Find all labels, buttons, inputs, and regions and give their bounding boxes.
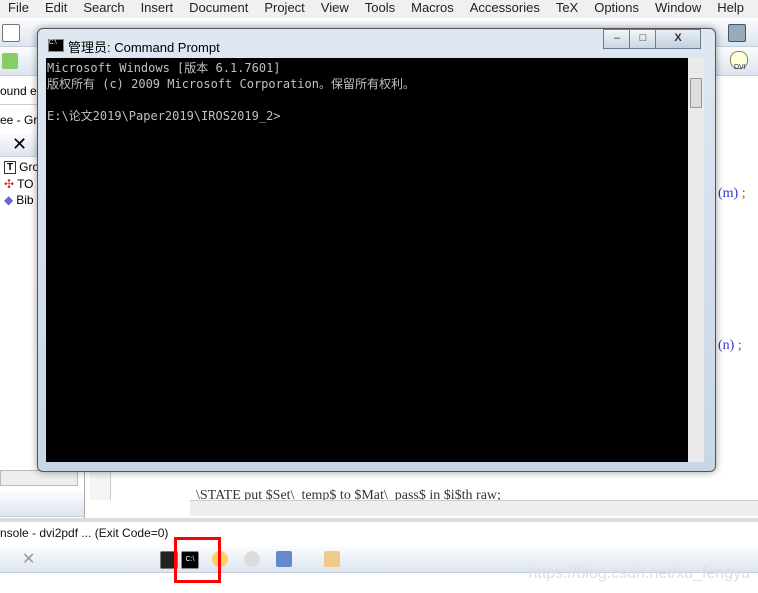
tree-item[interactable]: ◆ Bib: [4, 193, 34, 207]
toc-icon: ✣: [4, 177, 15, 191]
menu-help[interactable]: Help: [709, 0, 752, 18]
panel-scrollbar[interactable]: [0, 470, 78, 486]
circle-icon[interactable]: [244, 551, 260, 567]
panel-bottom-toolbar: [0, 492, 84, 517]
table-icon[interactable]: [728, 24, 746, 42]
new-file-icon[interactable]: [2, 24, 20, 42]
menu-bar: File Edit Search Insert Document Project…: [0, 0, 758, 18]
close-button[interactable]: X: [655, 29, 701, 49]
cmd-icon: C:\: [48, 39, 64, 52]
menu-options[interactable]: Options: [586, 0, 647, 18]
close-icon[interactable]: ✕: [12, 134, 27, 155]
dvi-label: DVI: [734, 64, 746, 71]
tex-file-icon: T: [4, 160, 17, 174]
console-tab-label: nsole - dvi2pdf ... (Exit Code=0): [0, 526, 169, 540]
console-output[interactable]: Microsoft Windows [版本 6.1.7601] 版权所有 (c) …: [46, 58, 688, 462]
folder-icon[interactable]: [324, 551, 340, 567]
window-title: 管理员: Command Prompt: [68, 40, 220, 55]
menu-tools[interactable]: Tools: [357, 0, 403, 18]
menu-window[interactable]: Window: [647, 0, 709, 18]
menu-edit[interactable]: Edit: [37, 0, 75, 18]
horizontal-scrollbar[interactable]: [190, 500, 758, 516]
menu-insert[interactable]: Insert: [133, 0, 182, 18]
highlight-box: [174, 537, 221, 583]
menu-view[interactable]: View: [313, 0, 357, 18]
window-icon[interactable]: [276, 551, 292, 567]
book-icon: ◆: [4, 193, 14, 207]
tree-item[interactable]: ✣ TO: [4, 177, 34, 191]
menu-search[interactable]: Search: [75, 0, 132, 18]
stop-icon[interactable]: ✕: [22, 549, 35, 569]
add-file-icon[interactable]: [2, 53, 18, 69]
menu-macros[interactable]: Macros: [403, 0, 462, 18]
menu-document[interactable]: Document: [181, 0, 256, 18]
scroll-thumb[interactable]: [690, 78, 702, 108]
command-prompt-window: C:\ 管理员: Command Prompt – □ X Microsoft …: [37, 28, 716, 472]
watermark: https://blog.csdn.net/xu_fengyu: [528, 565, 750, 582]
menu-accessories[interactable]: Accessories: [462, 0, 548, 18]
vertical-scrollbar[interactable]: [688, 58, 704, 462]
menu-tex[interactable]: TeX: [548, 0, 586, 18]
minimize-button[interactable]: –: [603, 29, 631, 49]
menu-file[interactable]: File: [0, 0, 37, 18]
menu-project[interactable]: Project: [256, 0, 312, 18]
tree-item[interactable]: T Gro: [4, 160, 39, 174]
maximize-button[interactable]: □: [629, 29, 657, 49]
